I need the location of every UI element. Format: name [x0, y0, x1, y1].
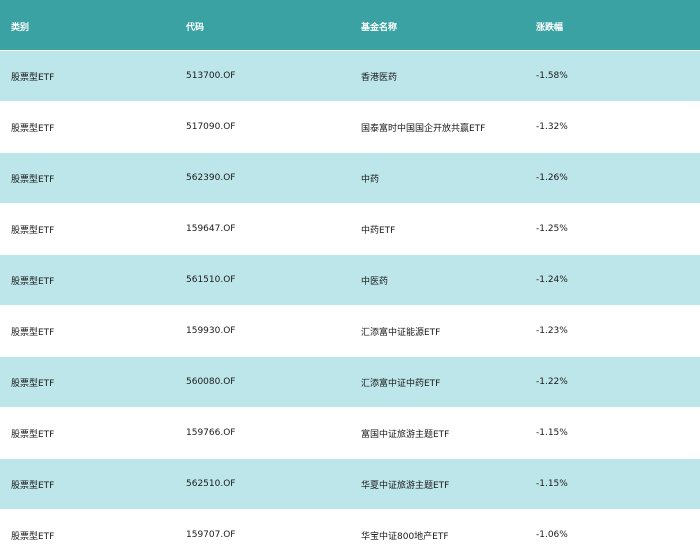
fund-name-cell: 中医药 — [361, 276, 389, 287]
fund-name-cell: 富国中证旅游主题ETF — [361, 429, 450, 440]
code-cell: 513700.OF — [186, 71, 236, 81]
change-cell: -1.06% — [536, 530, 568, 540]
fund-name-cell: 汇添富中证能源ETF — [361, 327, 441, 338]
code-cell: 159707.OF — [186, 530, 236, 540]
column-header-category[interactable]: 类别 — [0, 0, 175, 50]
fund-name-cell: 汇添富中证中药ETF — [361, 378, 441, 389]
category-cell: 股票型ETF — [11, 225, 55, 236]
change-cell: -1.25% — [536, 224, 568, 234]
fund-name-cell: 中药 — [361, 174, 380, 185]
fund-name-cell: 华宝中证800地产ETF — [361, 531, 449, 542]
category-cell: 股票型ETF — [11, 378, 55, 389]
table-row[interactable]: 股票型ETF 159930.OF 汇添富中证能源ETF -1.23% — [0, 305, 700, 356]
change-cell: -1.15% — [536, 479, 568, 489]
category-cell: 股票型ETF — [11, 480, 55, 491]
table-row[interactable]: 股票型ETF 513700.OF 香港医药 -1.58% — [0, 50, 700, 101]
table-row[interactable]: 股票型ETF 159707.OF 华宝中证800地产ETF -1.06% — [0, 509, 700, 560]
table-row[interactable]: 股票型ETF 562390.OF 中药 -1.26% — [0, 152, 700, 203]
fund-name-cell: 香港医药 — [361, 72, 398, 83]
change-cell: -1.32% — [536, 122, 568, 132]
category-cell: 股票型ETF — [11, 123, 55, 134]
table-row[interactable]: 股票型ETF 562510.OF 华夏中证旅游主题ETF -1.15% — [0, 458, 700, 509]
change-cell: -1.15% — [536, 428, 568, 438]
category-cell: 股票型ETF — [11, 327, 55, 338]
category-cell: 股票型ETF — [11, 429, 55, 440]
fund-name-cell: 国泰富时中国国企开放共赢ETF — [361, 123, 486, 134]
code-cell: 562510.OF — [186, 479, 236, 489]
table-header: 类别 代码 基金名称 涨跌幅 — [0, 0, 700, 50]
change-cell: -1.23% — [536, 326, 568, 336]
code-cell: 562390.OF — [186, 173, 236, 183]
fund-table: 类别 代码 基金名称 涨跌幅 股票型ETF 513700.OF 香港医药 -1.… — [0, 0, 700, 560]
category-cell: 股票型ETF — [11, 72, 55, 83]
table-row[interactable]: 股票型ETF 517090.OF 国泰富时中国国企开放共赢ETF -1.32% — [0, 101, 700, 152]
change-cell: -1.58% — [536, 71, 568, 81]
change-cell: -1.26% — [536, 173, 568, 183]
category-cell: 股票型ETF — [11, 531, 55, 542]
fund-name-cell: 华夏中证旅游主题ETF — [361, 480, 450, 491]
category-cell: 股票型ETF — [11, 276, 55, 287]
column-header-fund-name[interactable]: 基金名称 — [350, 0, 525, 50]
column-header-code[interactable]: 代码 — [175, 0, 350, 50]
code-cell: 159766.OF — [186, 428, 236, 438]
change-cell: -1.22% — [536, 377, 568, 387]
code-cell: 517090.OF — [186, 122, 236, 132]
code-cell: 159647.OF — [186, 224, 236, 234]
code-cell: 561510.OF — [186, 275, 236, 285]
table-row[interactable]: 股票型ETF 159647.OF 中药ETF -1.25% — [0, 203, 700, 254]
change-cell: -1.24% — [536, 275, 568, 285]
category-cell: 股票型ETF — [11, 174, 55, 185]
fund-name-cell: 中药ETF — [361, 225, 396, 236]
table-row[interactable]: 股票型ETF 561510.OF 中医药 -1.24% — [0, 254, 700, 305]
table-row[interactable]: 股票型ETF 159766.OF 富国中证旅游主题ETF -1.15% — [0, 407, 700, 458]
column-header-change[interactable]: 涨跌幅 — [525, 0, 700, 50]
code-cell: 159930.OF — [186, 326, 236, 336]
code-cell: 560080.OF — [186, 377, 236, 387]
table-row[interactable]: 股票型ETF 560080.OF 汇添富中证中药ETF -1.22% — [0, 356, 700, 407]
